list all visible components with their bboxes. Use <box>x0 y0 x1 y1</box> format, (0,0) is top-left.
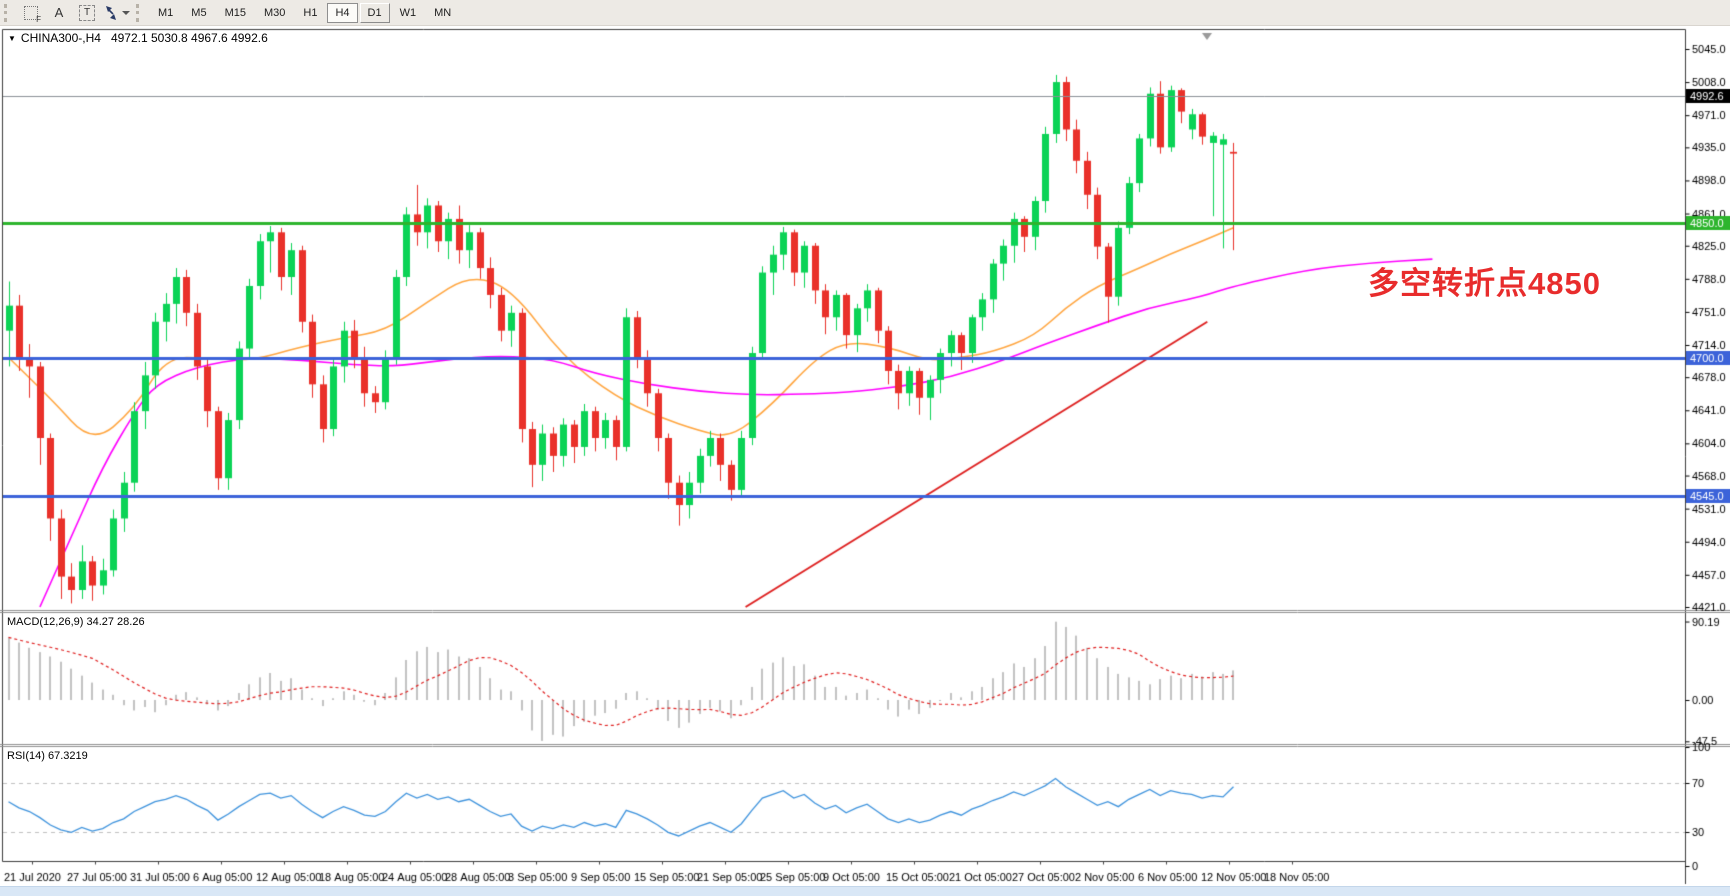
chart-ohlc-values: 4972.1 5030.8 4967.6 4992.6 <box>111 31 268 45</box>
bottom-strip <box>0 886 1730 896</box>
chart-canvas[interactable] <box>0 0 1730 896</box>
chart-title: ▼ CHINA300-,H4 4972.1 5030.8 4967.6 4992… <box>8 31 268 45</box>
chart-symbol-period: CHINA300-,H4 <box>21 31 101 45</box>
symbol-marker-icon: ▼ <box>8 34 16 43</box>
macd-indicator-label: MACD(12,26,9) 34.27 28.26 <box>7 616 145 628</box>
chart-text-annotation[interactable]: 多空转折点4850 <box>1368 258 1601 303</box>
rsi-indicator-label: RSI(14) 67.3219 <box>7 750 88 762</box>
